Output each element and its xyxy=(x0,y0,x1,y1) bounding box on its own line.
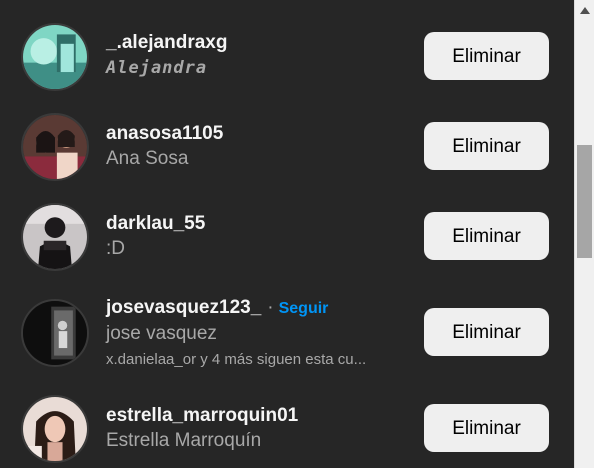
full-name: Alejandra xyxy=(106,58,208,78)
list-item: estrella_marroquin01 Estrella Marroquín … xyxy=(0,393,574,465)
remove-button[interactable]: Eliminar xyxy=(424,308,549,356)
remove-button[interactable]: Eliminar xyxy=(424,32,549,80)
remove-button[interactable]: Eliminar xyxy=(424,212,549,260)
separator-dot: · xyxy=(267,297,274,318)
full-name: :D xyxy=(106,238,125,259)
user-text: anasosa1105 Ana Sosa xyxy=(106,123,223,171)
username[interactable]: josevasquez123_ xyxy=(106,297,261,318)
avatar[interactable] xyxy=(21,299,89,367)
follow-link[interactable]: Seguir xyxy=(279,300,329,317)
triangle-up-icon[interactable] xyxy=(575,0,594,20)
followers-list: _.alejandraxg Alejandra Eliminar anasosa… xyxy=(0,0,574,468)
avatar[interactable] xyxy=(21,395,89,463)
full-name: Ana Sosa xyxy=(106,148,189,169)
list-item: _.alejandraxg Alejandra Eliminar xyxy=(0,21,574,93)
user-text: darklau_55 :D xyxy=(106,213,205,261)
username[interactable]: estrella_marroquin01 xyxy=(106,405,298,427)
user-text: _.alejandraxg Alejandra xyxy=(106,32,227,80)
list-item: anasosa1105 Ana Sosa Eliminar xyxy=(0,111,574,183)
username[interactable]: _.alejandraxg xyxy=(106,32,227,54)
scrollbar-thumb[interactable] xyxy=(577,145,592,258)
avatar[interactable] xyxy=(21,203,89,271)
user-text: josevasquez123_ · Seguir jose vasquez x.da… xyxy=(106,297,366,370)
list-item: darklau_55 :D Eliminar xyxy=(0,201,574,273)
username[interactable]: anasosa1105 xyxy=(106,123,223,145)
remove-button[interactable]: Eliminar xyxy=(424,404,549,452)
user-text: estrella_marroquin01 Estrella Marroquín xyxy=(106,405,298,453)
username[interactable]: darklau_55 xyxy=(106,213,205,235)
remove-button[interactable]: Eliminar xyxy=(424,122,549,170)
username-line: josevasquez123_ · Seguir xyxy=(106,297,366,320)
full-name: Estrella Marroquín xyxy=(106,430,262,451)
full-name: jose vasquez xyxy=(106,323,217,344)
avatar[interactable] xyxy=(21,113,89,181)
scrollbar[interactable] xyxy=(574,0,594,468)
mutual-followers-text: x.danielaa_or y 4 más siguen esta cu... xyxy=(106,351,367,368)
avatar[interactable] xyxy=(21,23,89,91)
list-item: josevasquez123_ · Seguir jose vasquez x.da… xyxy=(0,294,574,376)
